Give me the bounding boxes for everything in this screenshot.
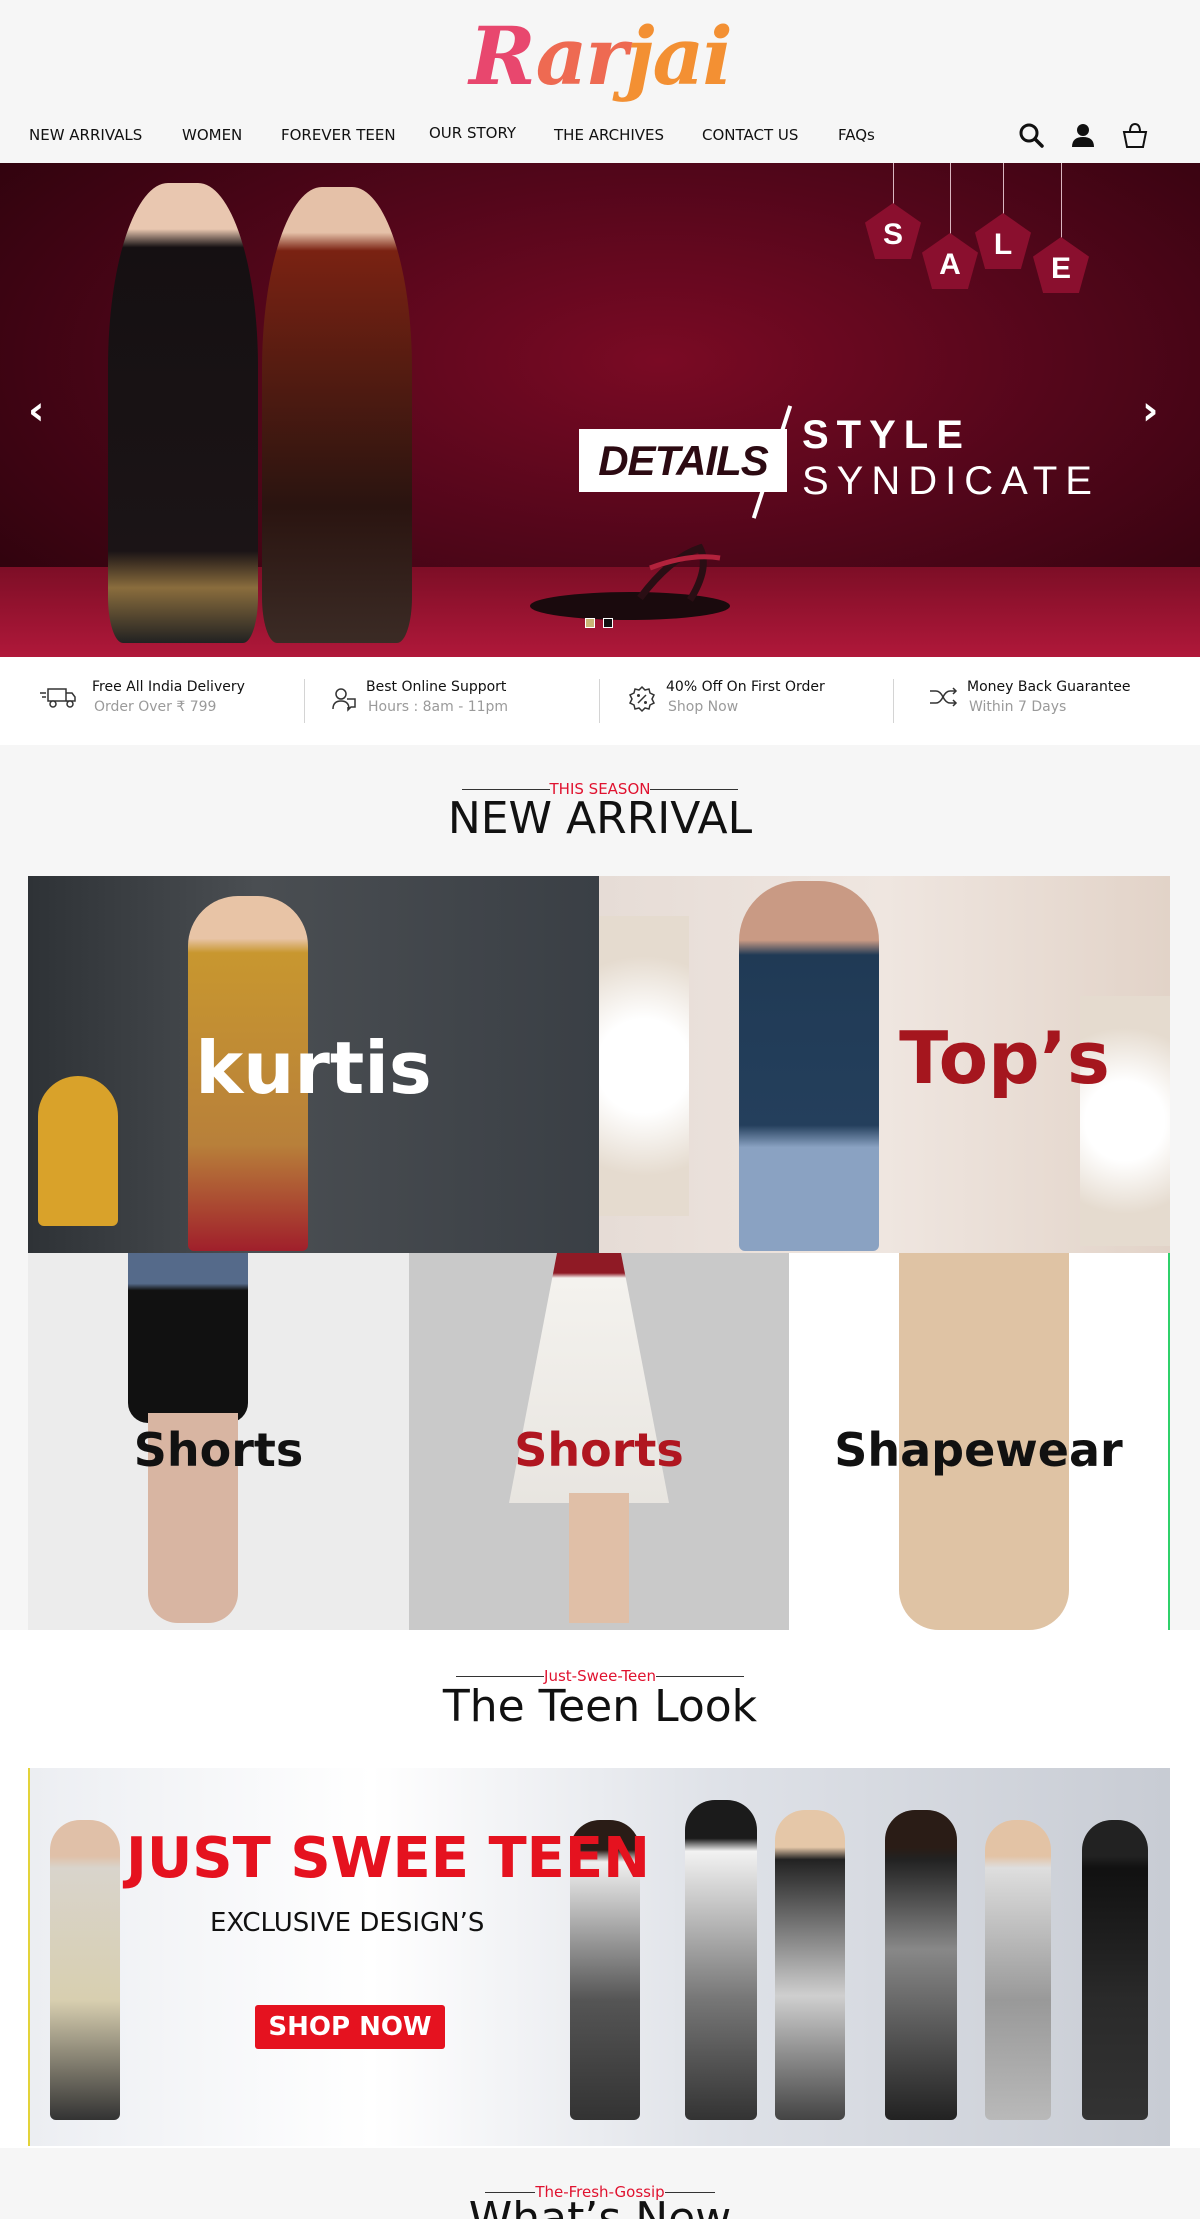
nav-faqs[interactable]: FAQs bbox=[838, 126, 875, 144]
category-tile-shapewear[interactable]: Shapewear bbox=[789, 1253, 1170, 1630]
feature-delivery-title: Free All India Delivery bbox=[92, 679, 245, 695]
carousel-dot-1[interactable] bbox=[585, 618, 595, 628]
tile-label-tops: Top’s bbox=[899, 1016, 1110, 1100]
category-tile-skirts[interactable]: Shorts bbox=[409, 1253, 789, 1630]
flowers-left-image bbox=[599, 916, 689, 1216]
teen-banner[interactable]: JUST SWEE TEEN EXCLUSIVE DESIGN’S SHOP N… bbox=[28, 1768, 1170, 2146]
feature-divider bbox=[893, 679, 894, 723]
model-image bbox=[775, 1810, 845, 2120]
sale-string bbox=[1003, 163, 1004, 215]
hero-details-label: DETAILS bbox=[579, 429, 787, 492]
model-image bbox=[50, 1820, 120, 2120]
teen-banner-subtitle: EXCLUSIVE DESIGN’S bbox=[210, 1908, 485, 1938]
gossip-title: What’s New bbox=[468, 2193, 732, 2219]
feature-divider bbox=[304, 679, 305, 723]
sale-string bbox=[893, 163, 894, 205]
feature-support-sub: Hours : 8am - 11pm bbox=[368, 699, 509, 715]
sale-string bbox=[1061, 163, 1062, 239]
nav-forever-teen[interactable]: FOREVER TEEN bbox=[281, 126, 396, 144]
nav-contact-us[interactable]: CONTACT US bbox=[702, 126, 798, 144]
tile-label-kurtis: kurtis bbox=[195, 1026, 432, 1110]
kicker-line bbox=[650, 789, 739, 790]
hero-model-right bbox=[262, 187, 412, 643]
hero-style-text: STYLE bbox=[802, 413, 971, 457]
category-tile-kurtis[interactable]: kurtis bbox=[28, 876, 599, 1253]
teen-banner-title: JUST SWEE TEEN bbox=[126, 1826, 651, 1891]
feature-guarantee-title: Money Back Guarantee bbox=[967, 679, 1131, 695]
nav-the-archives[interactable]: THE ARCHIVES bbox=[554, 126, 664, 144]
discount-icon bbox=[628, 685, 656, 713]
brand-logo[interactable]: Rarjai bbox=[0, 6, 1200, 106]
kicker-line bbox=[461, 789, 550, 790]
tile-label-shorts: Shorts bbox=[133, 1423, 304, 1477]
shop-now-button[interactable]: SHOP NOW bbox=[255, 2005, 445, 2049]
carousel-dot-2[interactable] bbox=[603, 618, 613, 628]
tile-label-shapewear: Shapewear bbox=[834, 1423, 1123, 1477]
category-tile-shorts[interactable]: Shorts bbox=[28, 1253, 409, 1630]
sale-tag-s: S bbox=[865, 203, 921, 259]
logo-letters-jai: jai bbox=[625, 9, 733, 103]
nav-our-story[interactable]: OUR STORY bbox=[429, 124, 516, 142]
carousel-next-arrow[interactable]: › bbox=[1142, 388, 1158, 434]
feature-delivery-sub: Order Over ₹ 799 bbox=[94, 699, 217, 715]
teen-title: The Teen Look bbox=[442, 1681, 758, 1732]
shuffle-icon bbox=[930, 687, 958, 707]
truck-icon bbox=[40, 688, 76, 708]
main-nav: NEW ARRIVALS WOMEN FOREVER TEEN OUR STOR… bbox=[0, 120, 1200, 152]
feature-support-title: Best Online Support bbox=[366, 679, 507, 695]
logo-letter-r: R bbox=[469, 9, 537, 103]
carousel-prev-arrow[interactable]: ‹ bbox=[28, 388, 44, 434]
kicker-line bbox=[655, 1676, 744, 1677]
legs-image bbox=[569, 1493, 629, 1623]
shorts-image bbox=[128, 1253, 248, 1423]
sandal-image bbox=[530, 543, 730, 620]
hero-syndicate-text: SYNDICATE bbox=[802, 459, 1100, 503]
user-icon[interactable] bbox=[1068, 120, 1098, 150]
model-image bbox=[685, 1800, 757, 2120]
model-image bbox=[885, 1810, 957, 2120]
kicker-line bbox=[456, 1676, 545, 1677]
sale-tag-l: L bbox=[975, 213, 1031, 269]
model-image bbox=[985, 1820, 1051, 2120]
sale-tag-e: E bbox=[1033, 237, 1089, 293]
sale-string bbox=[950, 163, 951, 235]
model-image bbox=[1082, 1820, 1148, 2120]
tile-label-shorts-2: Shorts bbox=[514, 1423, 684, 1477]
feature-divider bbox=[599, 679, 600, 723]
hero-carousel[interactable]: S A L E DETAILS STYLE SYNDICATE ‹ › bbox=[0, 163, 1200, 657]
category-tile-tops[interactable]: Top’s bbox=[599, 876, 1170, 1253]
new-arrival-title: NEW ARRIVAL bbox=[447, 793, 753, 844]
support-icon bbox=[332, 688, 356, 712]
hero-model-left bbox=[108, 183, 258, 643]
cart-icon[interactable] bbox=[1120, 120, 1150, 150]
sale-tag-a: A bbox=[922, 233, 978, 289]
logo-letters-ar: ar bbox=[535, 9, 628, 103]
search-icon[interactable] bbox=[1016, 120, 1046, 150]
nav-new-arrivals[interactable]: NEW ARRIVALS bbox=[29, 126, 142, 144]
feature-discount-sub[interactable]: Shop Now bbox=[668, 699, 738, 715]
nav-women[interactable]: WOMEN bbox=[182, 126, 242, 144]
feature-guarantee-sub: Within 7 Days bbox=[969, 699, 1067, 715]
features-bar: Free All India Delivery Order Over ₹ 799… bbox=[0, 657, 1200, 745]
feature-discount-title: 40% Off On First Order bbox=[666, 679, 825, 695]
